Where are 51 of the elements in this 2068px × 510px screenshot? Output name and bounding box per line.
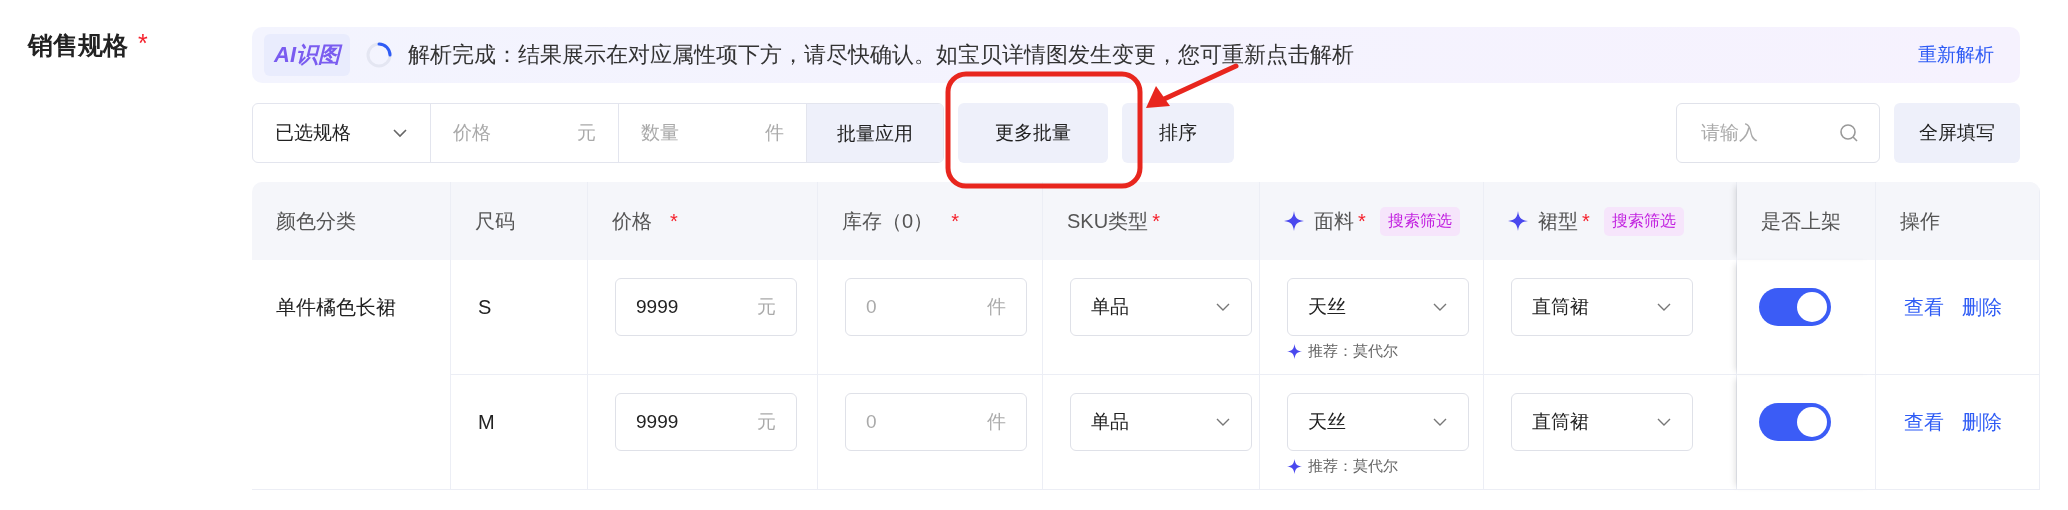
sparkle-icon	[1287, 344, 1302, 359]
listing-toggle[interactable]	[1759, 288, 1831, 326]
action-link[interactable]: 查看	[1904, 393, 1944, 451]
sku-select[interactable]: 单品	[1070, 393, 1252, 451]
header-text: SKU类型	[1067, 208, 1149, 234]
header-text: 尺码	[475, 208, 515, 234]
recommendation-text: 推荐：莫代尔	[1308, 342, 1398, 361]
required-mark: *	[1358, 209, 1366, 233]
action-link[interactable]: 查看	[1904, 278, 1944, 336]
ai-message: 解析完成：结果展示在对应属性项下方，请尽快确认。如宝贝详情图发生变更，您可重新点击解析	[408, 41, 1355, 69]
header-text: 裙型	[1538, 208, 1578, 234]
skirt-select[interactable]: 直筒裙	[1511, 393, 1693, 451]
filter-tag[interactable]: 搜索筛选	[1603, 206, 1684, 236]
header-text: 库存（0）	[842, 208, 934, 234]
required-mark: *	[670, 209, 678, 233]
action-link[interactable]: 删除	[1962, 278, 2002, 336]
sparkle-icon	[1284, 211, 1304, 231]
listing-toggle[interactable]	[1759, 403, 1831, 441]
ai-badge: AI识图	[264, 34, 350, 76]
section-label: 销售规格	[28, 30, 128, 61]
sparkle-icon	[1508, 211, 1528, 231]
required-mark: *	[138, 29, 148, 58]
sparkle-icon	[1287, 459, 1302, 474]
sku-select[interactable]: 单品	[1070, 278, 1252, 336]
recommendation-text: 推荐：莫代尔	[1308, 457, 1398, 476]
toolbar-button[interactable]: 排序	[1122, 103, 1234, 163]
table-cell-text: 单件橘色长裙	[276, 295, 396, 320]
search-icon	[1839, 123, 1859, 143]
header-text: 颜色分类	[276, 208, 356, 234]
skirt-select[interactable]: 直筒裙	[1511, 278, 1693, 336]
toolbar-button[interactable]: 批量应用	[807, 104, 943, 162]
header-text: 操作	[1900, 208, 1940, 234]
header-text: 是否上架	[1761, 208, 1841, 234]
required-mark: *	[1582, 209, 1590, 233]
fullscreen-button[interactable]: 全屏填写	[1894, 103, 2020, 163]
table-cell-text: S	[478, 295, 492, 320]
fabric-select[interactable]: 天丝	[1287, 278, 1469, 336]
reparse-link[interactable]: 重新解析	[1918, 42, 1994, 68]
required-mark: *	[951, 209, 959, 233]
fabric-select[interactable]: 天丝	[1287, 393, 1469, 451]
required-mark: *	[1152, 209, 1160, 233]
spinner-icon	[364, 40, 394, 70]
toolbar-button[interactable]: 更多批量	[958, 103, 1108, 163]
price-input[interactable]: 9999 元	[615, 278, 797, 336]
filter-tag[interactable]: 搜索筛选	[1379, 206, 1460, 236]
table-cell-text: M	[478, 410, 495, 435]
spec-select[interactable]: 已选规格	[253, 104, 431, 162]
header-text: 价格	[612, 208, 652, 234]
price-input[interactable]: 9999 元	[615, 393, 797, 451]
action-link[interactable]: 删除	[1962, 393, 2002, 451]
header-text: 面料	[1314, 208, 1354, 234]
